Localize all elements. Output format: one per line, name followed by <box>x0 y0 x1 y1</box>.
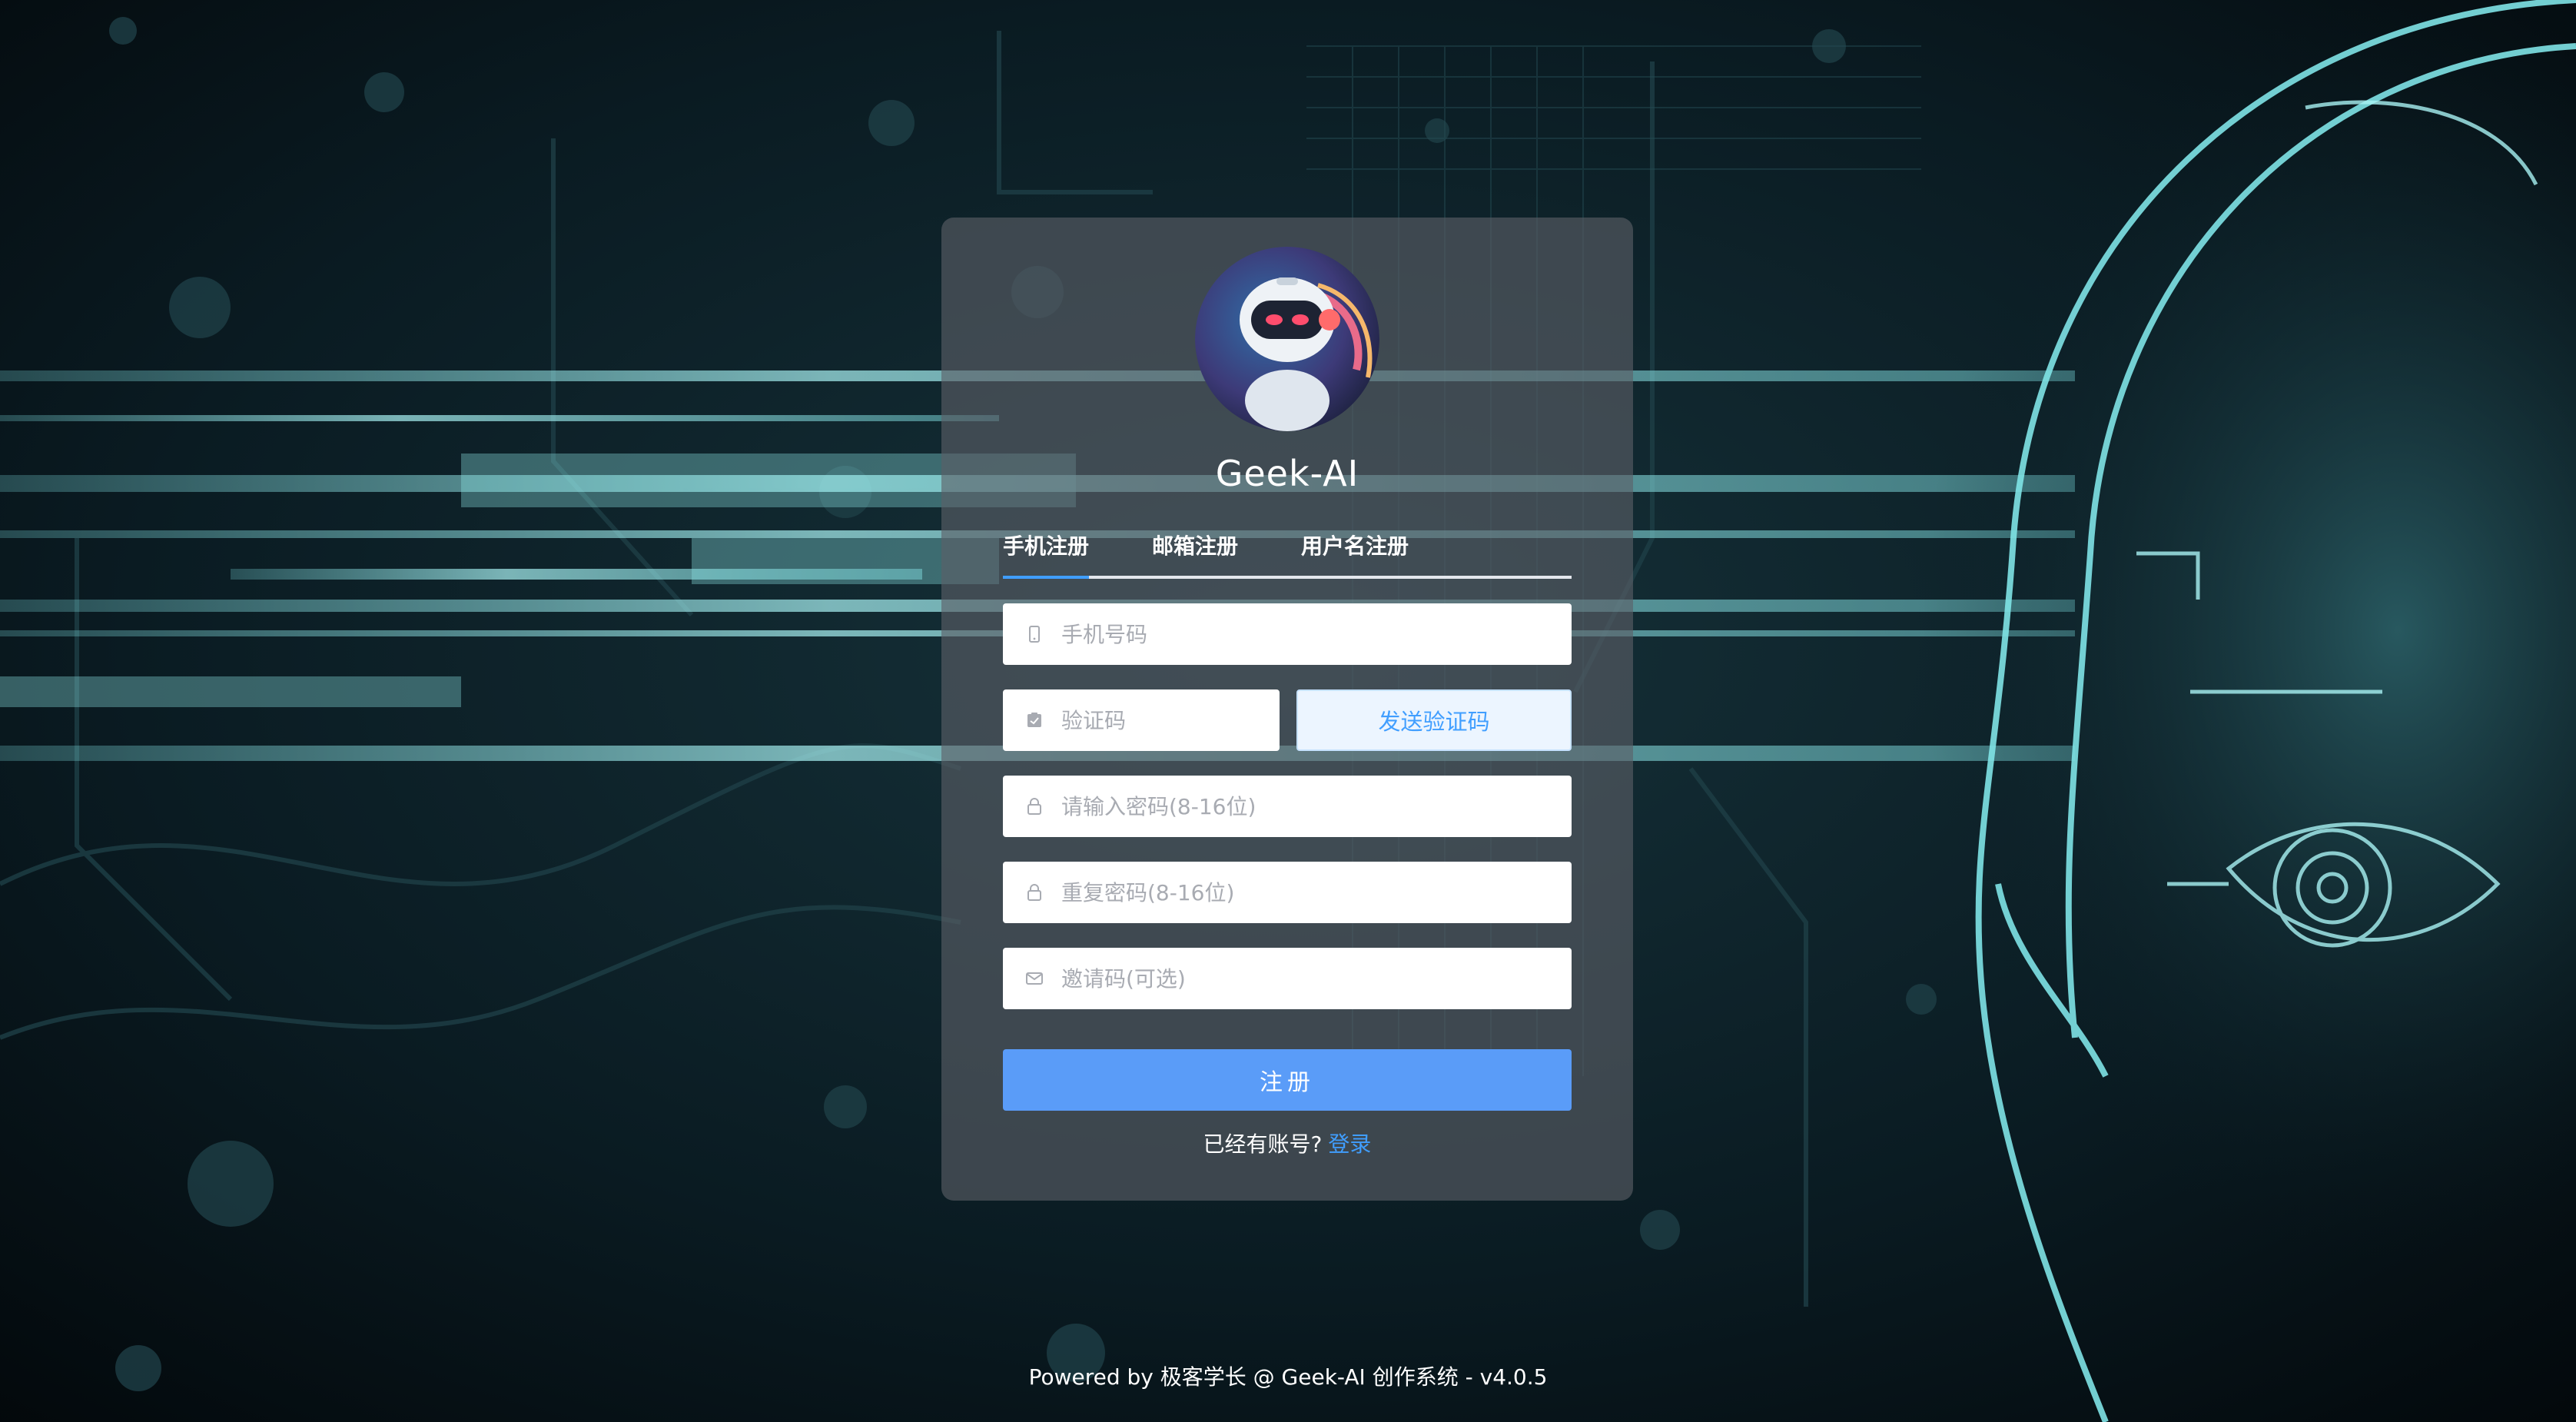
phone-input[interactable] <box>1060 620 1572 648</box>
verify-code-input[interactable] <box>1060 706 1280 734</box>
active-tab-indicator <box>1003 576 1089 579</box>
repeat-password-field[interactable] <box>1003 862 1572 923</box>
tab-email-register[interactable]: 邮箱注册 <box>1152 531 1238 576</box>
login-prompt: 已经有账号? 登录 <box>1003 1128 1572 1158</box>
repeat-password-input[interactable] <box>1060 879 1572 906</box>
login-prompt-text: 已经有账号? <box>1203 1131 1323 1157</box>
invite-code-field[interactable] <box>1003 948 1572 1009</box>
register-tabs: 手机注册 邮箱注册 用户名注册 <box>1003 531 1572 579</box>
verify-icon <box>1024 710 1044 730</box>
tab-phone-register[interactable]: 手机注册 <box>1003 531 1089 576</box>
lock-icon <box>1024 796 1044 816</box>
mail-icon <box>1024 968 1044 988</box>
tab-username-register[interactable]: 用户名注册 <box>1301 531 1409 576</box>
robot-avatar-logo <box>1195 247 1379 431</box>
footer-credits: Powered by 极客学长 @ Geek-AI 创作系统 - v4.0.5 <box>1028 1364 1548 1390</box>
register-panel: Geek-AI 手机注册 邮箱注册 用户名注册 发送验证码 <box>941 218 1633 1201</box>
brand-name: Geek-AI <box>1215 453 1359 494</box>
password-field[interactable] <box>1003 776 1572 837</box>
mobile-icon <box>1024 624 1044 644</box>
send-code-button[interactable]: 发送验证码 <box>1296 689 1572 751</box>
login-link[interactable]: 登录 <box>1328 1131 1371 1157</box>
verify-code-row: 发送验证码 <box>1003 689 1572 751</box>
password-input[interactable] <box>1060 792 1572 820</box>
invite-code-input[interactable] <box>1060 965 1572 992</box>
verify-code-field[interactable] <box>1003 689 1280 751</box>
lock-icon <box>1024 882 1044 902</box>
register-button[interactable]: 注册 <box>1003 1049 1572 1111</box>
phone-field[interactable] <box>1003 603 1572 665</box>
